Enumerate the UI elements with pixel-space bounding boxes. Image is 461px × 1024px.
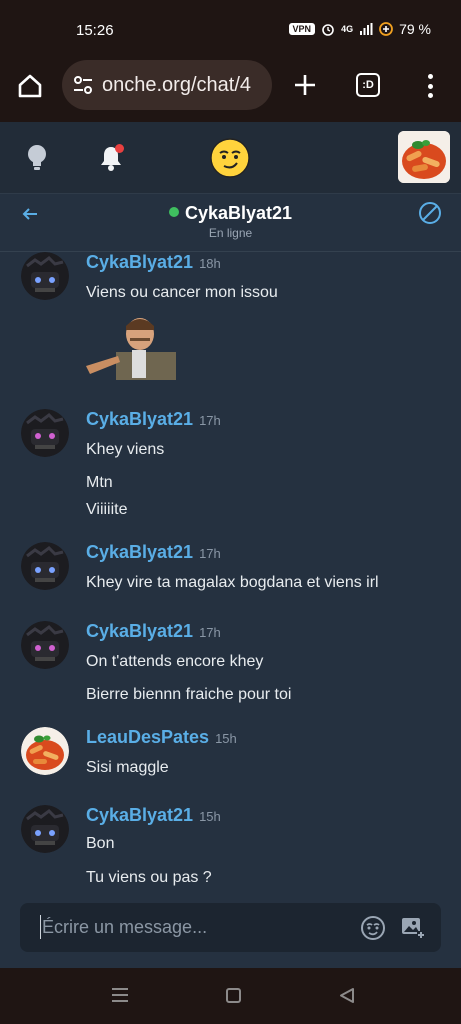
message-text: Bon bbox=[86, 835, 115, 852]
message-text: Bierre biennn fraiche pour toi bbox=[86, 686, 292, 703]
user-avatar[interactable] bbox=[398, 131, 450, 183]
message-text: Tu viens ou pas ? bbox=[86, 869, 212, 886]
browser-toolbar: onche.org/chat/4 :D bbox=[0, 58, 461, 122]
battery-saver-icon bbox=[379, 22, 393, 36]
message-text: Mtn bbox=[86, 474, 113, 491]
site-settings-icon[interactable] bbox=[72, 74, 94, 96]
message-text: Viens ou cancer mon issou bbox=[86, 284, 278, 301]
username[interactable]: CykaBlyat21 bbox=[86, 409, 193, 429]
add-image-icon[interactable] bbox=[400, 914, 426, 940]
message-time: 17h bbox=[199, 413, 221, 428]
address-bar[interactable]: onche.org/chat/4 bbox=[62, 60, 272, 110]
block-icon[interactable] bbox=[418, 201, 442, 225]
username[interactable]: CykaBlyat21 bbox=[86, 252, 193, 272]
notifications-button[interactable] bbox=[98, 144, 124, 172]
message-header: CykaBlyat21 17h bbox=[86, 542, 221, 563]
message-time: 17h bbox=[199, 546, 221, 561]
url-text: onche.org/chat/4 bbox=[102, 73, 251, 96]
signal-icon bbox=[360, 23, 373, 35]
smirk-emoji-icon[interactable] bbox=[210, 138, 250, 178]
message-time: 18h bbox=[199, 256, 221, 271]
message-list[interactable]: CykaBlyat21 18h Viens ou cancer mon issou… bbox=[0, 252, 461, 902]
username[interactable]: CykaBlyat21 bbox=[86, 542, 193, 562]
home-nav-icon[interactable] bbox=[226, 988, 241, 1003]
vpn-badge: VPN bbox=[288, 23, 316, 35]
contact-info: CykaBlyat21 En ligne bbox=[0, 203, 461, 240]
overflow-menu-icon[interactable] bbox=[420, 72, 440, 100]
new-tab-icon[interactable] bbox=[290, 70, 320, 100]
message-header: CykaBlyat21 17h bbox=[86, 409, 221, 430]
message-composer: Écrire un message... bbox=[20, 903, 441, 952]
tab-switcher-button[interactable]: :D bbox=[356, 73, 380, 97]
username[interactable]: CykaBlyat21 bbox=[86, 621, 193, 641]
emoji-picker-icon[interactable] bbox=[360, 915, 386, 941]
sender-avatar[interactable] bbox=[21, 252, 69, 300]
sender-avatar[interactable] bbox=[21, 409, 69, 457]
username[interactable]: CykaBlyat21 bbox=[86, 805, 193, 825]
home-icon[interactable] bbox=[16, 72, 44, 100]
alarm-icon bbox=[322, 24, 334, 36]
status-icons: VPN 4G 79 % bbox=[288, 21, 431, 37]
sender-avatar[interactable] bbox=[21, 542, 69, 590]
pasta-image bbox=[398, 131, 450, 183]
message-text: Sisi maggle bbox=[86, 759, 169, 776]
message-text: Viiiiite bbox=[86, 501, 128, 518]
recent-apps-icon[interactable] bbox=[111, 987, 129, 1003]
status-time: 15:26 bbox=[76, 22, 114, 39]
status-bar: 15:26 VPN 4G 79 % bbox=[0, 0, 461, 58]
chat-header: CykaBlyat21 En ligne bbox=[0, 194, 461, 252]
message-time: 15h bbox=[199, 809, 221, 824]
message-text: On t'attends encore khey bbox=[86, 653, 264, 670]
network-label: 4G bbox=[341, 24, 354, 34]
message-text: Khey vire ta magalax bogdana et viens ir… bbox=[86, 574, 379, 591]
sender-avatar[interactable] bbox=[21, 805, 69, 853]
contact-status: En ligne bbox=[208, 226, 253, 240]
online-indicator bbox=[168, 207, 179, 217]
battery-level: 79 % bbox=[399, 21, 431, 37]
message-header: CykaBlyat21 18h bbox=[86, 252, 221, 273]
message-header: CykaBlyat21 17h bbox=[86, 621, 221, 642]
contact-name[interactable]: CykaBlyat21 bbox=[185, 203, 292, 223]
sender-avatar[interactable] bbox=[21, 727, 69, 775]
message-time: 15h bbox=[215, 731, 237, 746]
message-header: LeauDesPates 15h bbox=[86, 727, 237, 748]
username[interactable]: LeauDesPates bbox=[86, 727, 209, 747]
sender-avatar[interactable] bbox=[21, 621, 69, 669]
message-header: CykaBlyat21 15h bbox=[86, 805, 221, 826]
app-header bbox=[0, 122, 461, 194]
system-nav-bar bbox=[0, 968, 461, 1024]
text-cursor bbox=[40, 915, 41, 939]
sticker-image[interactable] bbox=[86, 316, 176, 380]
message-input[interactable]: Écrire un message... bbox=[42, 917, 207, 938]
lightbulb-icon[interactable] bbox=[26, 144, 48, 172]
back-nav-icon[interactable] bbox=[339, 987, 355, 1004]
notification-dot bbox=[115, 144, 124, 153]
message-time: 17h bbox=[199, 625, 221, 640]
message-text: Khey viens bbox=[86, 441, 165, 458]
